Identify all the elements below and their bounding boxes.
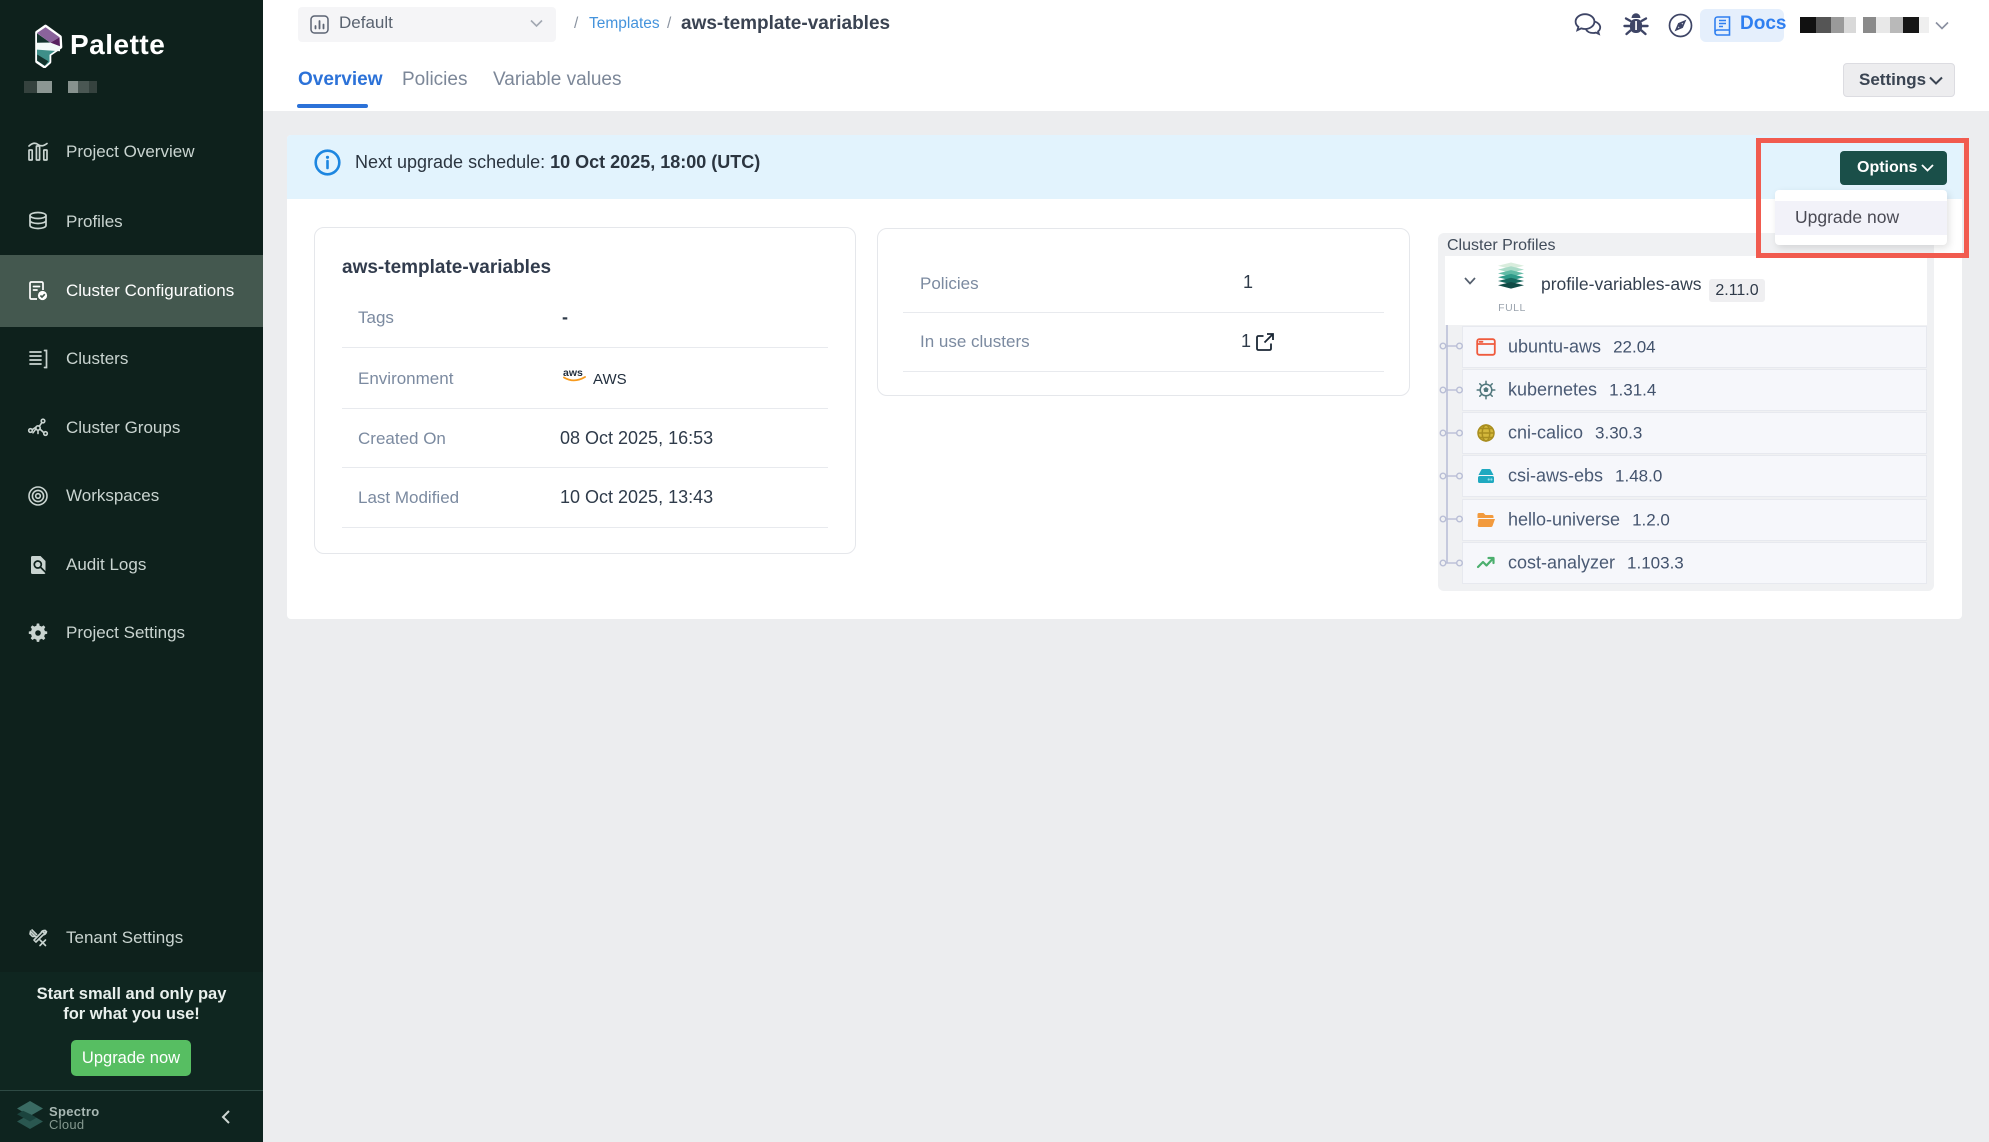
svg-text:aws: aws xyxy=(563,367,583,379)
